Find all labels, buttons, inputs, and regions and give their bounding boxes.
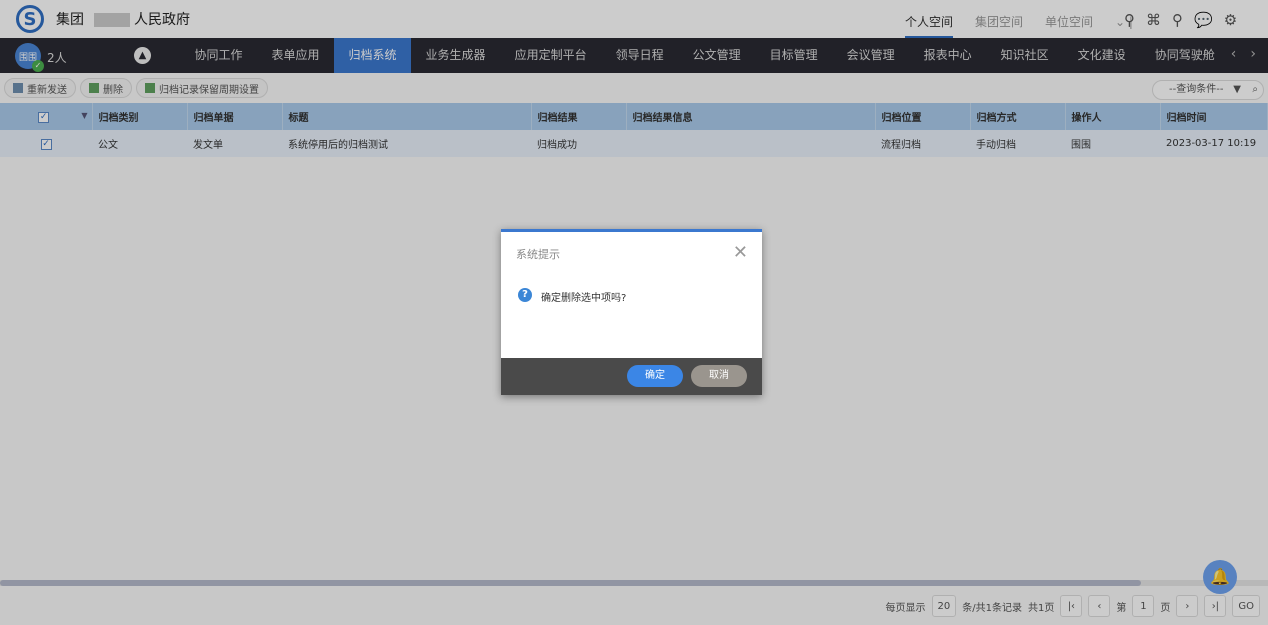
close-icon[interactable]: ✕	[733, 242, 748, 263]
dialog-message: 确定删除选中项吗?	[541, 293, 627, 304]
confirm-dialog: 系统提示 ✕ ? 确定删除选中项吗? 确定 取消	[501, 229, 762, 395]
cancel-button[interactable]: 取消	[691, 365, 747, 387]
dialog-title: 系统提示	[516, 248, 560, 261]
dialog-footer: 确定 取消	[501, 358, 762, 395]
confirm-button[interactable]: 确定	[627, 365, 683, 387]
question-icon: ?	[518, 288, 532, 302]
